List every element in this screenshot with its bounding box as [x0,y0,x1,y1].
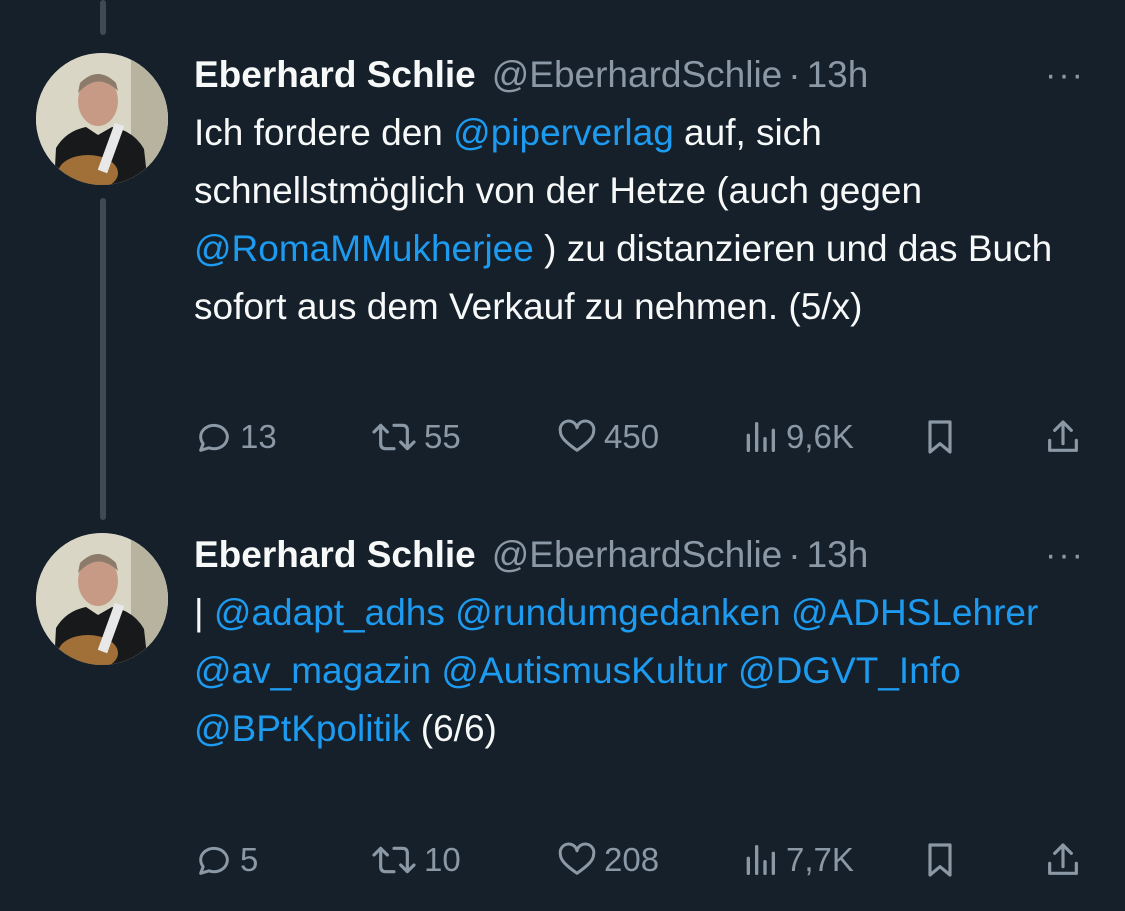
views-button[interactable]: 7,7K [740,840,854,880]
like-count: 208 [604,841,660,878]
timestamp[interactable]: 13h [807,54,869,96]
like-icon [558,842,596,875]
avatar-photo [36,533,168,665]
separator-dot: · [788,54,801,95]
mention-link[interactable]: @av_magazin [194,650,431,691]
retweet-button[interactable]: 55 [370,417,461,457]
text-segment: Ich fordere den [194,112,454,153]
reply-icon [199,846,229,875]
like-button[interactable]: 450 [556,417,659,457]
author-handle[interactable]: @EberhardSchlie [492,54,783,96]
share-button[interactable] [1043,840,1089,880]
mention-link[interactable]: @adapt_adhs [214,592,445,633]
text-segment: (6/6) [410,708,497,749]
like-icon [558,419,596,452]
mention-link[interactable]: @AutismusKultur [441,650,727,691]
avatar-photo [36,53,168,185]
tweet-header: Eberhard Schlie @EberhardSchlie · 13h [194,530,868,580]
more-icon[interactable]: ··· [1045,56,1085,95]
thread-line-top [100,0,106,35]
mention-link[interactable]: @DGVT_Info [738,650,961,691]
tweet-header: Eberhard Schlie @EberhardSchlie · 13h [194,50,868,100]
avatar[interactable] [36,533,168,665]
tweet-text: Ich fordere den @piperverlag auf, sich s… [194,104,1074,336]
reply-icon [199,423,229,452]
share-button[interactable] [1043,417,1089,457]
like-button[interactable]: 208 [556,840,659,880]
retweet-icon [372,846,416,874]
bookmark-icon [928,843,952,877]
views-count: 7,7K [786,841,854,878]
action-bar: 5 10 208 7,7K [0,840,1125,890]
views-count: 9,6K [786,418,854,455]
retweet-icon [372,423,416,451]
retweet-button[interactable]: 10 [370,840,461,880]
mention-link[interactable]: @piperverlag [453,112,674,153]
avatar[interactable] [36,53,168,185]
reply-count: 13 [240,418,277,455]
tweet-2[interactable]: Eberhard Schlie @EberhardSchlie · 13h ··… [0,530,1125,911]
timestamp[interactable]: 13h [807,534,869,576]
mention-link[interactable]: @RomaMMukherjee [194,228,534,269]
retweet-count: 55 [424,418,461,455]
action-bar: 13 55 450 9,6K [0,417,1125,467]
bookmark-button[interactable] [920,840,966,880]
tweet-text: | @adapt_adhs @rundumgedanken @ADHSLehre… [194,584,1074,758]
share-icon [1048,843,1078,875]
views-icon [746,845,775,875]
reply-button[interactable]: 5 [194,840,258,880]
text-segment: | [194,592,214,633]
author-handle[interactable]: @EberhardSchlie [492,534,783,576]
tweet-1[interactable]: Eberhard Schlie @EberhardSchlie · 13h ··… [0,50,1125,490]
reply-count: 5 [240,841,259,878]
mention-link[interactable]: @ADHSLehrer [791,592,1038,633]
retweet-count: 10 [424,841,461,878]
mention-link[interactable]: @rundumgedanken [455,592,781,633]
share-icon [1048,420,1078,452]
bookmark-button[interactable] [920,417,966,457]
views-button[interactable]: 9,6K [740,417,854,457]
like-count: 450 [604,418,660,455]
bookmark-icon [928,420,952,454]
more-icon[interactable]: ··· [1045,536,1085,575]
mention-link[interactable]: @BPtKpolitik [194,708,410,749]
reply-button[interactable]: 13 [194,417,277,457]
author-name[interactable]: Eberhard Schlie [194,534,476,576]
views-icon [746,422,775,452]
author-name[interactable]: Eberhard Schlie [194,54,476,96]
separator-dot: · [788,534,801,575]
